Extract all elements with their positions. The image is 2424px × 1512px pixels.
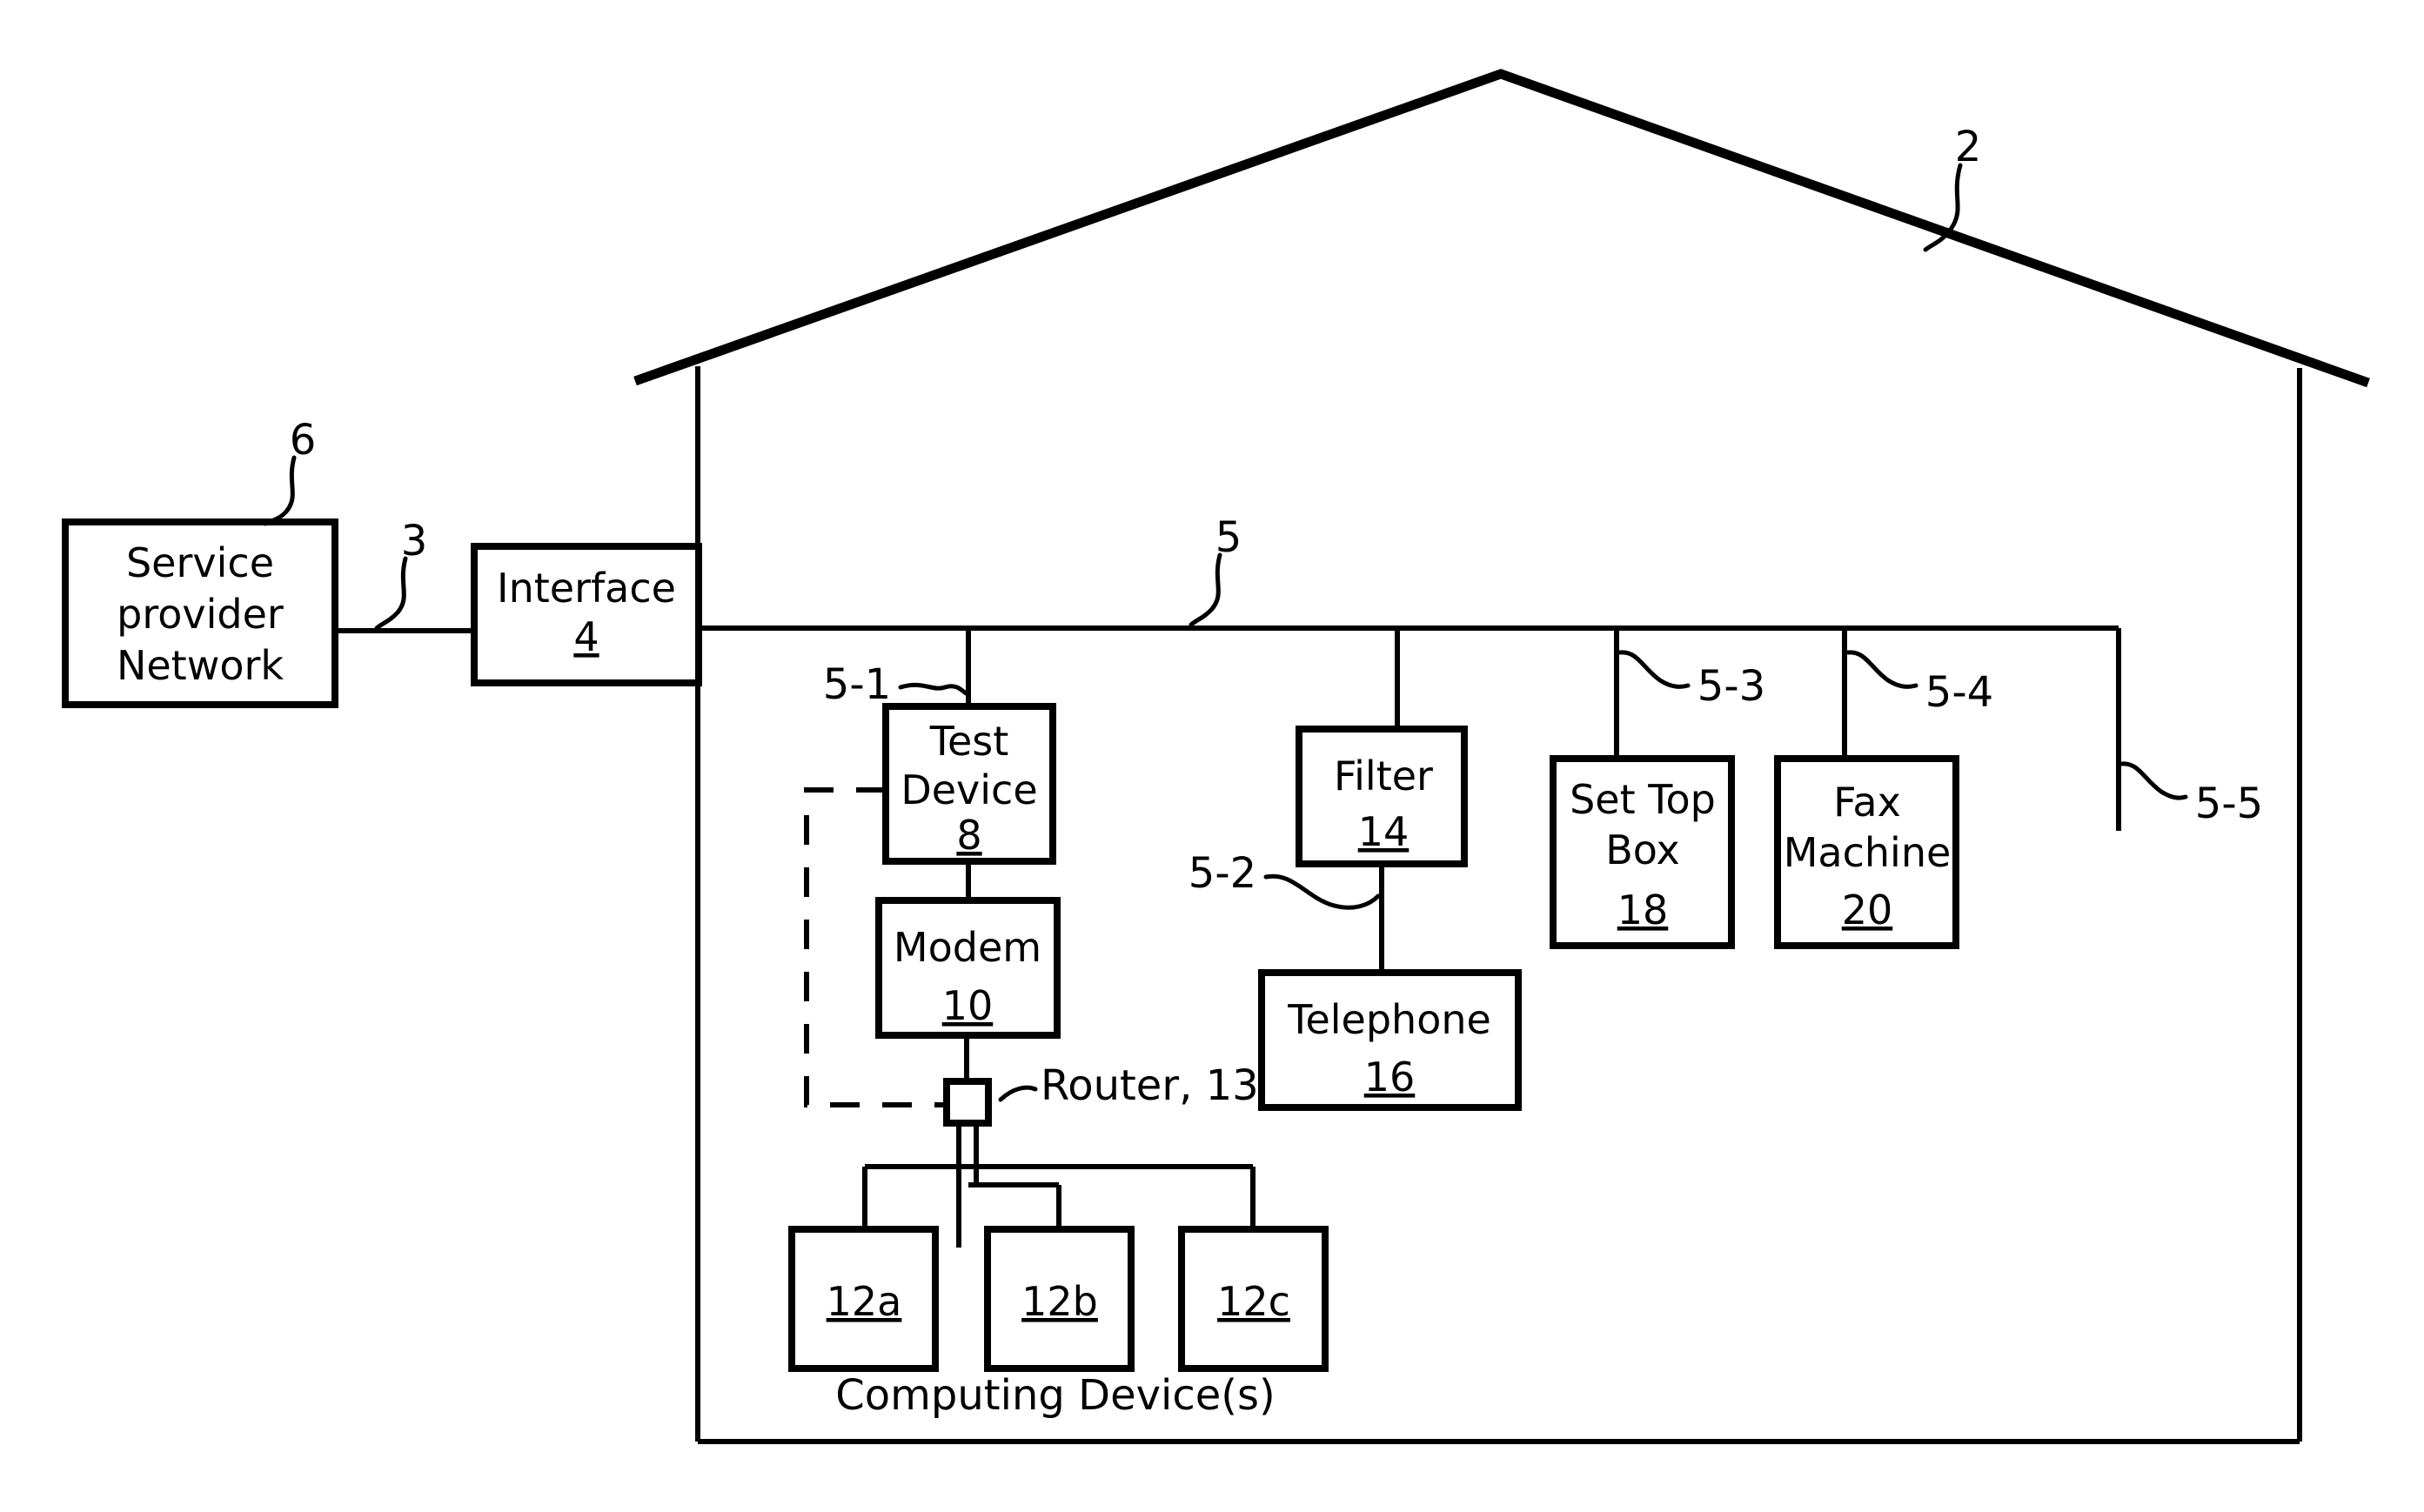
fax-machine-line2: Machine bbox=[1784, 829, 1952, 876]
router-label: Router, 13 bbox=[1041, 1061, 1259, 1110]
filter-numeral: 14 bbox=[1358, 808, 1410, 855]
branch-spare: 5-5 bbox=[2116, 628, 2263, 831]
interface-numeral: 4 bbox=[573, 613, 599, 660]
house-roof bbox=[633, 69, 2370, 388]
ref-label-5-4: 5-4 bbox=[1925, 668, 1993, 717]
service-provider-network-node[interactable]: Service provider Network bbox=[62, 518, 338, 708]
fax-machine-node[interactable]: Fax Machine 20 bbox=[1774, 755, 1959, 949]
computing-device-a-node[interactable]: 12a bbox=[788, 1226, 939, 1372]
ref-label-5: 5 bbox=[1215, 513, 1242, 562]
leader-line-6 bbox=[263, 455, 297, 526]
telephone-node[interactable]: Telephone 16 bbox=[1258, 969, 1522, 1111]
set-top-box-line2: Box bbox=[1605, 826, 1680, 873]
modem-numeral: 10 bbox=[942, 982, 994, 1029]
set-top-box-line1: Set Top bbox=[1570, 776, 1716, 823]
branch-set-top-box: 5-3 bbox=[1614, 628, 1765, 759]
branch-fax-machine: 5-4 bbox=[1842, 628, 1993, 759]
computing-device-b-node[interactable]: 12b bbox=[984, 1226, 1135, 1372]
computing-devices-caption: Computing Device(s) bbox=[835, 1371, 1275, 1420]
leader-line-5 bbox=[1189, 552, 1222, 627]
router-node[interactable]: Router, 13 bbox=[943, 1061, 1259, 1127]
test-device-node[interactable]: Test Device 8 bbox=[882, 703, 1056, 865]
service-provider-network-line3: Network bbox=[117, 642, 284, 689]
telephone-numeral: 16 bbox=[1364, 1054, 1416, 1101]
telephone-label: Telephone bbox=[1287, 996, 1491, 1043]
service-provider-network-line2: provider bbox=[117, 591, 284, 638]
test-device-numeral: 8 bbox=[956, 812, 981, 859]
test-device-line1: Test bbox=[929, 718, 1009, 765]
computing-device-c-numeral: 12c bbox=[1217, 1278, 1290, 1325]
interface-node[interactable]: Interface 4 bbox=[471, 543, 702, 686]
ref-service-provider-network: 6 bbox=[263, 416, 317, 526]
branch-telephone: 5-2 bbox=[1189, 849, 1384, 973]
leader-line-3 bbox=[374, 556, 408, 631]
ref-label-5-3: 5-3 bbox=[1697, 662, 1765, 711]
leader-line-5-1 bbox=[898, 682, 968, 696]
test-device-line2: Device bbox=[901, 766, 1037, 813]
drop-line-connection: 3 bbox=[335, 517, 474, 633]
fax-machine-numeral: 20 bbox=[1842, 886, 1893, 933]
patent-figure: 2 Service provider Network 6 3 Interface… bbox=[62, 69, 2370, 1444]
leader-line-5-5 bbox=[2119, 761, 2188, 800]
ref-label-5-1: 5-1 bbox=[823, 660, 891, 709]
filter-label: Filter bbox=[1334, 753, 1433, 799]
leader-line-5-3 bbox=[1617, 650, 1691, 689]
computing-device-c-node[interactable]: 12c bbox=[1178, 1226, 1329, 1372]
leader-line-5-2 bbox=[1263, 873, 1381, 910]
fax-machine-line1: Fax bbox=[1833, 779, 1901, 826]
service-provider-network-line1: Service bbox=[126, 539, 274, 586]
ref-label-6: 6 bbox=[290, 416, 317, 465]
filter-node[interactable]: Filter 14 bbox=[1296, 726, 1468, 867]
set-top-box-numeral: 18 bbox=[1617, 886, 1669, 933]
leader-line-router bbox=[998, 1085, 1038, 1102]
interface-label: Interface bbox=[497, 565, 676, 612]
modem-label: Modem bbox=[894, 924, 1041, 971]
ref-label-3: 3 bbox=[401, 517, 428, 565]
computing-device-b-numeral: 12b bbox=[1021, 1278, 1098, 1325]
set-top-box-node[interactable]: Set Top Box 18 bbox=[1550, 755, 1735, 949]
ref-label-house: 2 bbox=[1955, 123, 1982, 171]
modem-node[interactable]: Modem 10 bbox=[875, 897, 1061, 1039]
leader-line-5-4 bbox=[1845, 650, 1918, 689]
ref-label-5-5: 5-5 bbox=[2195, 779, 2263, 828]
router-box[interactable] bbox=[943, 1078, 992, 1127]
computing-device-a-numeral: 12a bbox=[827, 1278, 902, 1325]
branch-test-device: 5-1 bbox=[823, 628, 971, 709]
ref-label-5-2: 5-2 bbox=[1189, 849, 1256, 898]
inside-wiring-bus: 5 bbox=[698, 513, 2119, 631]
